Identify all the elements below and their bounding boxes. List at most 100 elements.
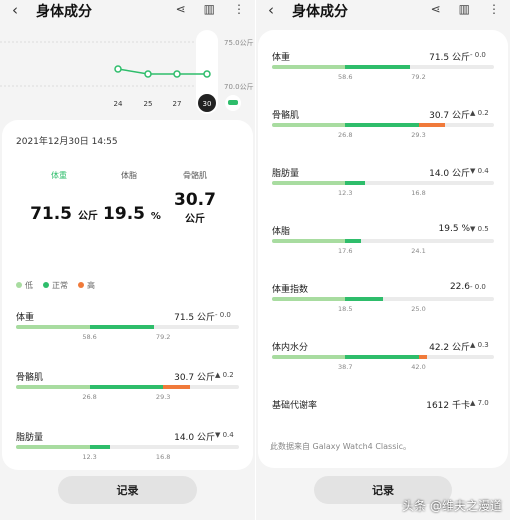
app-header: ‹ 身体成分 ⋖ ▥ ⋮: [0, 0, 255, 22]
more-icon[interactable]: ⋮: [488, 2, 500, 16]
range-high-label: 29.3: [155, 393, 171, 401]
metric-value-muscle[interactable]: 30.7 公斤: [160, 190, 230, 225]
bar-high: [163, 385, 190, 389]
metric-value-weight[interactable]: 71.5 公斤: [24, 204, 104, 224]
bar-normal: [345, 297, 383, 301]
row-name: 体重指数: [272, 285, 309, 295]
row-change: ▼ 0.4: [470, 167, 489, 175]
range-high-label: 79.2: [155, 333, 171, 341]
watermark: 头条 @维夫之漫道: [402, 499, 502, 513]
trend-point[interactable]: [114, 65, 122, 73]
bar-normal: [345, 65, 410, 69]
range-bar: [272, 239, 494, 243]
row-muscle[interactable]: 骨骼肌 30.7 公斤 ▲ 0.2 26.8 29.3: [16, 370, 239, 420]
row-name: 体内水分: [272, 343, 309, 353]
page-title: 身体成分: [36, 4, 92, 20]
row-change: - 0.0: [470, 51, 486, 59]
chart-icon[interactable]: ▥: [459, 2, 470, 16]
range-low-label: 38.7: [338, 363, 353, 371]
bar-low: [272, 181, 346, 185]
page-title: 身体成分: [292, 4, 348, 20]
left-screen: ‹ 身体成分 ⋖ ▥ ⋮ 75.0公斤 70.0公斤 24 25 27 30 2…: [0, 0, 255, 520]
range-low-label: 12.3: [338, 189, 353, 197]
row-change: ▲ 0.2: [470, 109, 489, 117]
bar-low: [272, 355, 346, 359]
y-label-75: 75.0公斤: [224, 38, 254, 47]
row-weight[interactable]: 体重 71.5 公斤 - 0.0 58.6 79.2: [16, 310, 239, 360]
row-fatmass[interactable]: 脂肪量 14.0 公斤 ▼ 0.4 12.3 16.8: [16, 430, 239, 470]
range-low-label: 26.8: [338, 131, 353, 139]
range-high-label: 79.2: [411, 73, 426, 81]
metric-label-weight[interactable]: 体重: [24, 170, 94, 181]
bar-normal: [345, 123, 419, 127]
range-bar: [272, 65, 494, 69]
range-high-label: 42.0: [411, 363, 426, 371]
range-high-label: 16.8: [411, 189, 426, 197]
day-label[interactable]: 24: [114, 100, 123, 108]
trend-point[interactable]: [203, 70, 211, 78]
bar-normal: [345, 181, 366, 185]
bar-low: [16, 445, 90, 449]
row-change: ▲ 7.0: [470, 399, 489, 407]
range-low-label: 18.5: [338, 305, 353, 313]
row-name: 基础代谢率: [272, 401, 318, 411]
back-button[interactable]: ‹: [12, 1, 18, 19]
range-legend: 低 正常 高: [16, 280, 95, 291]
row-muscle[interactable]: 骨骼肌 30.7 公斤 ▲ 0.2 26.8 29.3: [272, 108, 494, 158]
chart-icon[interactable]: ▥: [204, 2, 215, 16]
row-value: 14.0 公斤: [174, 433, 215, 443]
bar-normal: [345, 355, 419, 359]
day-label[interactable]: 25: [144, 100, 153, 108]
row-bodyfat[interactable]: 体脂 19.5 % ▼ 0.5 17.6 24.1: [272, 224, 494, 274]
range-low-label: 12.3: [82, 453, 97, 461]
range-high-label: 29.3: [411, 131, 426, 139]
bar-low: [16, 325, 90, 329]
metric-label-muscle[interactable]: 骨骼肌: [160, 170, 230, 181]
range-low-label: 17.6: [338, 247, 353, 255]
row-value: 1612 千卡: [426, 401, 470, 411]
row-bmi[interactable]: 体重指数 22.6- 0.0 18.5 25.0: [272, 282, 494, 332]
metric-value-bodyfat[interactable]: 19.5 %: [102, 204, 162, 224]
legend-normal: 正常: [43, 280, 68, 291]
row-name: 体脂: [272, 227, 291, 237]
trend-line: [117, 68, 207, 75]
range-low-label: 26.8: [82, 393, 97, 401]
back-button[interactable]: ‹: [268, 1, 274, 19]
bar-low: [272, 239, 346, 243]
row-change: ▼ 0.5: [470, 225, 489, 233]
bar-normal: [89, 385, 164, 389]
metric-label-bodyfat[interactable]: 体脂: [94, 170, 164, 181]
trend-point[interactable]: [144, 70, 152, 78]
day-label[interactable]: 27: [173, 100, 182, 108]
row-weight[interactable]: 体重 71.5 公斤 - 0.0 58.6 79.2: [272, 50, 494, 100]
row-value: 71.5 公斤: [429, 53, 470, 63]
bar-normal: [89, 445, 110, 449]
right-screen: ‹ 身体成分 ⋖ ▥ ⋮ 体重 71.5 公斤 - 0.0 58.6 79.2 骨骼肌 3…: [256, 0, 510, 520]
bar-low: [272, 65, 346, 69]
row-value: 42.2 公斤: [429, 343, 470, 353]
bar-high: [418, 123, 446, 127]
row-value: 19.5 %: [438, 224, 470, 234]
header-actions: ⋖ ▥ ⋮: [431, 2, 500, 16]
trend-chart: 75.0公斤 70.0公斤 24 25 27 30: [0, 22, 255, 120]
row-change: ▲ 0.3: [470, 341, 489, 349]
trend-point[interactable]: [173, 70, 181, 78]
share-icon[interactable]: ⋖: [176, 2, 186, 16]
row-change: - 0.0: [215, 311, 231, 319]
bar-low: [272, 123, 346, 127]
row-name: 骨骼肌: [272, 111, 300, 121]
range-bar: [272, 355, 494, 359]
row-water[interactable]: 体内水分 42.2 公斤 ▲ 0.3 38.7 42.0: [272, 340, 494, 390]
row-fatmass[interactable]: 脂肪量 14.0 公斤 ▼ 0.4 12.3 16.8: [272, 166, 494, 216]
measure-date: 2021年12月30日 14:55: [16, 137, 118, 147]
range-high-label: 24.1: [411, 247, 426, 255]
selected-day-label: 30: [203, 100, 212, 108]
app-header: ‹ 身体成分 ⋖ ▥ ⋮: [256, 0, 510, 22]
row-value: 71.5 公斤: [174, 313, 215, 323]
row-name: 脂肪量: [272, 169, 300, 179]
y-label-70: 70.0公斤: [224, 82, 254, 91]
share-icon[interactable]: ⋖: [431, 2, 441, 16]
record-button-left[interactable]: 记录: [58, 476, 197, 504]
more-icon[interactable]: ⋮: [233, 2, 245, 16]
details-card: 体重 71.5 公斤 - 0.0 58.6 79.2 骨骼肌 30.7 公斤 ▲ 0.2 26…: [258, 30, 508, 468]
